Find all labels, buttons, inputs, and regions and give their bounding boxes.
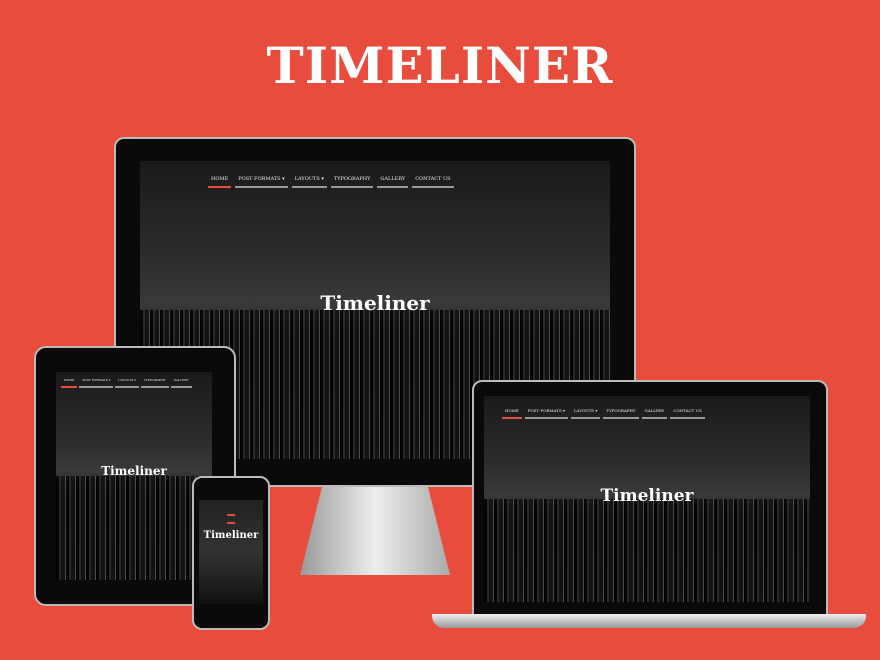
nav-layouts[interactable]: LAYOUTS ▾ (570, 408, 601, 419)
nav-typography[interactable]: TYPOGRAPHY (603, 408, 639, 419)
monitor-stand (300, 485, 450, 575)
nav-home[interactable]: HOME (502, 408, 522, 419)
phone-screen: Timeliner (199, 500, 263, 604)
city-image (56, 476, 212, 580)
nav-layouts[interactable]: LAYOUTS ▾ (115, 378, 139, 388)
nav-post-formats[interactable]: POST FORMATS ▾ (79, 378, 114, 388)
menu-icon[interactable] (227, 514, 235, 524)
desktop-site-title: Timeliner (320, 291, 430, 315)
tablet-screen: HOME POST FORMATS ▾ LAYOUTS ▾ TYPOGRAPHY… (56, 372, 212, 580)
nav-typography[interactable]: TYPOGRAPHY (140, 378, 169, 388)
laptop-base (432, 614, 866, 628)
laptop-site-title: Timeliner (600, 486, 694, 506)
nav-contact[interactable]: CONTACT US (412, 176, 454, 188)
desktop-nav: HOME POST FORMATS ▾ LAYOUTS ▾ TYPOGRAPHY… (208, 176, 454, 188)
phone: Timeliner (192, 476, 270, 630)
nav-typography[interactable]: TYPOGRAPHY (330, 176, 374, 188)
nav-contact[interactable]: CONTACT US (670, 408, 705, 419)
laptop-nav: HOME POST FORMATS ▾ LAYOUTS ▾ TYPOGRAPHY… (502, 408, 705, 419)
tablet-nav: HOME POST FORMATS ▾ LAYOUTS ▾ TYPOGRAPHY… (61, 378, 192, 388)
nav-gallery[interactable]: GALLERY (641, 408, 668, 419)
nav-home[interactable]: HOME (61, 378, 78, 388)
laptop-screen: HOME POST FORMATS ▾ LAYOUTS ▾ TYPOGRAPHY… (484, 396, 810, 602)
tablet-site-title: Timeliner (101, 464, 167, 478)
phone-site-title: Timeliner (203, 530, 259, 541)
page-title: TIMELINER (266, 36, 614, 95)
laptop: HOME POST FORMATS ▾ LAYOUTS ▾ TYPOGRAPHY… (472, 380, 828, 618)
nav-post-formats[interactable]: POST FORMATS ▾ (524, 408, 568, 419)
nav-home[interactable]: HOME (208, 176, 232, 188)
nav-gallery[interactable]: GALLERY (170, 378, 192, 388)
nav-gallery[interactable]: GALLERY (377, 176, 409, 188)
city-image (484, 499, 810, 602)
nav-post-formats[interactable]: POST FORMATS ▾ (235, 176, 288, 188)
nav-layouts[interactable]: LAYOUTS ▾ (291, 176, 327, 188)
